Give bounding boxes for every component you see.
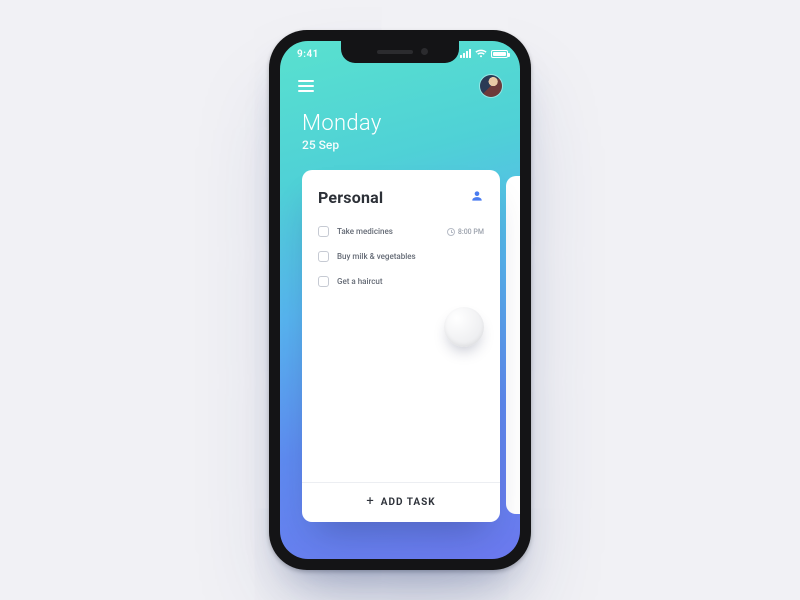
checkbox[interactable]: [318, 226, 329, 237]
task-label: Take medicines: [337, 227, 439, 236]
signal-icon: [460, 49, 471, 58]
avatar[interactable]: [480, 75, 502, 97]
person-icon: [470, 188, 484, 207]
task-label: Buy milk & vegetables: [337, 252, 484, 261]
status-time: 9:41: [297, 49, 319, 60]
plus-icon: +: [366, 495, 374, 508]
status-indicators: [460, 49, 508, 58]
date-heading: Monday 25 Sep: [280, 97, 520, 152]
day-name: Monday: [302, 111, 498, 136]
card-title: Personal: [318, 188, 383, 207]
next-card-peek[interactable]: [506, 176, 520, 514]
task-list-card: Personal Take medicines 8:00 PM: [302, 170, 500, 522]
add-task-label: ADD TASK: [381, 497, 436, 508]
clock-icon: [447, 228, 455, 236]
add-task-button[interactable]: + ADD TASK: [302, 482, 500, 522]
task-label: Get a haircut: [337, 277, 484, 286]
app-header: [280, 69, 520, 97]
task-due-time: 8:00 PM: [458, 228, 484, 236]
phone-frame: 9:41 Monday 25 Sep Personal: [269, 30, 531, 570]
task-list: Take medicines 8:00 PM Buy milk & vegeta…: [302, 215, 500, 482]
card-carousel[interactable]: Personal Take medicines 8:00 PM: [280, 170, 520, 528]
menu-button[interactable]: [298, 79, 318, 93]
floating-action-button[interactable]: [444, 307, 484, 347]
status-bar: 9:41: [280, 41, 520, 69]
wifi-icon: [475, 49, 487, 58]
app-screen: 9:41 Monday 25 Sep Personal: [280, 41, 520, 559]
day-date: 25 Sep: [302, 138, 498, 152]
checkbox[interactable]: [318, 276, 329, 287]
task-row[interactable]: Buy milk & vegetables: [318, 244, 484, 269]
checkbox[interactable]: [318, 251, 329, 262]
battery-icon: [491, 50, 508, 58]
card-header: Personal: [302, 170, 500, 215]
task-row[interactable]: Take medicines 8:00 PM: [318, 219, 484, 244]
task-due: 8:00 PM: [447, 228, 484, 236]
task-row[interactable]: Get a haircut: [318, 269, 484, 294]
